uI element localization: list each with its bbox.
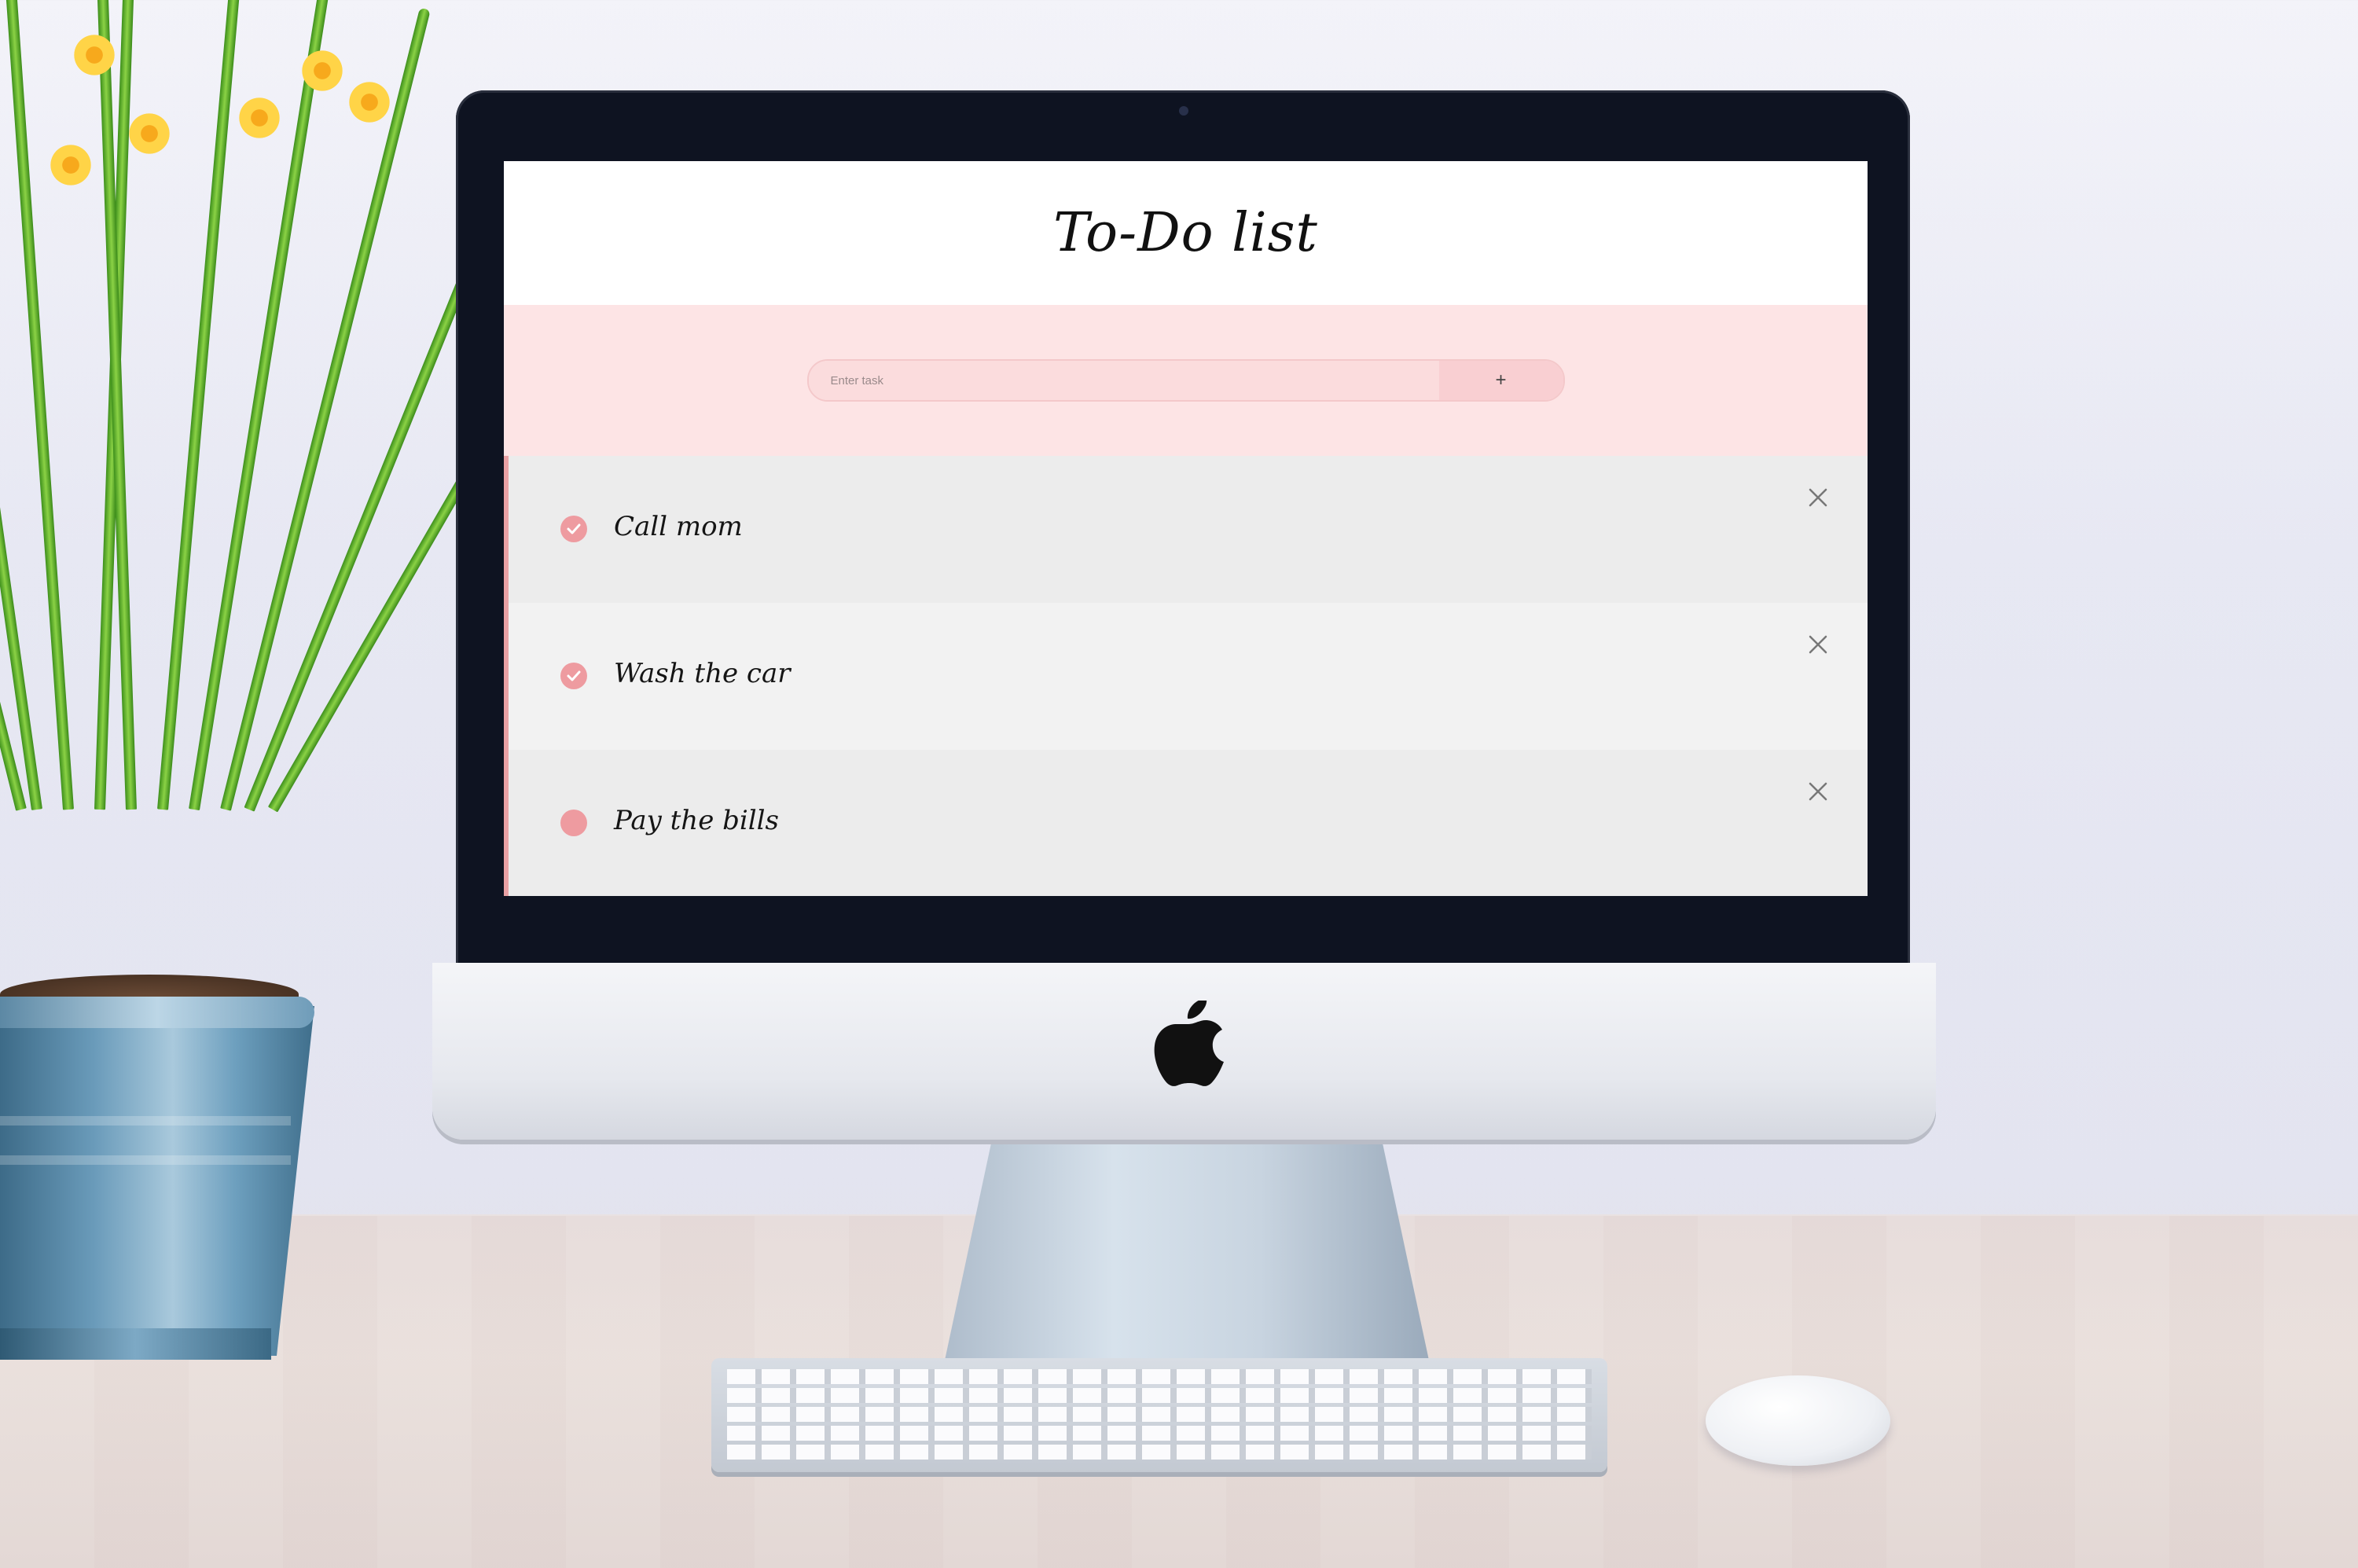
- app-header: To-Do list: [504, 161, 1868, 305]
- task-entry-group: +: [806, 359, 1565, 402]
- camera-icon: [1179, 106, 1188, 116]
- todo-list: Call mom Wash the car Pay the bills: [504, 456, 1868, 896]
- potted-daffodil-plant: [0, 0, 593, 1368]
- todo-item-pay-the-bills[interactable]: Pay the bills: [504, 750, 1868, 896]
- todo-text: Call mom: [614, 511, 743, 542]
- mouse: [1706, 1375, 1890, 1466]
- monitor-chin: [432, 963, 1936, 1140]
- todo-text: Wash the car: [614, 658, 791, 689]
- todo-text: Pay the bills: [614, 805, 779, 836]
- task-entry-bar: +: [504, 305, 1868, 456]
- todo-item-call-mom[interactable]: Call mom: [504, 456, 1868, 603]
- app-window: To-Do list + Call mom W: [504, 161, 1868, 896]
- monitor-stand: [943, 1140, 1431, 1368]
- todo-item-wash-the-car[interactable]: Wash the car: [504, 603, 1868, 750]
- apple-logo-icon: [1154, 1001, 1224, 1086]
- keyboard: [711, 1358, 1607, 1472]
- desk-scene: To-Do list + Call mom W: [0, 0, 2358, 1568]
- keyboard-keys: [727, 1369, 1592, 1461]
- task-input[interactable]: [808, 361, 1439, 400]
- check-icon[interactable]: [560, 516, 587, 542]
- metal-pot: [0, 1006, 314, 1356]
- add-task-button[interactable]: +: [1438, 361, 1563, 400]
- close-icon[interactable]: [1808, 487, 1828, 508]
- close-icon[interactable]: [1808, 781, 1828, 802]
- check-icon[interactable]: [560, 663, 587, 689]
- close-icon[interactable]: [1808, 634, 1828, 655]
- uncheck-circle-icon[interactable]: [560, 810, 587, 836]
- app-title: To-Do list: [1053, 202, 1318, 264]
